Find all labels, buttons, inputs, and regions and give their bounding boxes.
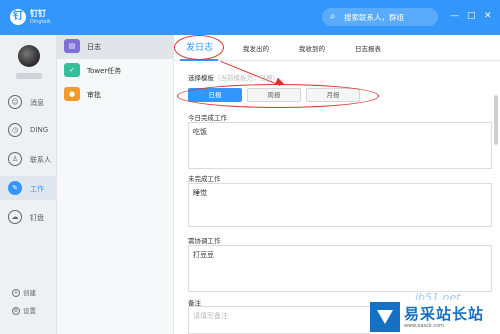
watermark-brand: 易采站长站 <box>404 305 485 323</box>
template-label-text: 选择模板 <box>188 74 214 82</box>
nav-label: 工作 <box>30 185 44 193</box>
scrollbar[interactable] <box>494 95 498 145</box>
coordinate-work-field[interactable]: 打豆豆 <box>188 245 492 292</box>
tab-sent[interactable]: 我发出的 <box>243 43 269 53</box>
maximize-button[interactable]: □ <box>467 10 476 22</box>
nav-item-work[interactable]: ✎ 工作 <box>0 176 57 200</box>
nav-item-contacts[interactable]: ♙ 联系人 <box>0 147 57 171</box>
nav-label: 钉盘 <box>30 214 44 222</box>
field-label-coordinate: 需协调工作 <box>188 237 221 245</box>
ding-icon: ◷ <box>8 123 22 137</box>
settings-label: 设置 <box>23 307 36 315</box>
app-list: ▤ 日志 ✓ Tower任务 ● 审批 <box>57 35 174 334</box>
dingtalk-logo-icon: 钉 <box>10 9 26 25</box>
app-label: Tower任务 <box>87 67 122 75</box>
tab-report[interactable]: 日志报表 <box>355 43 381 53</box>
app-label: 日志 <box>87 43 101 51</box>
nav-item-messages[interactable]: ☺ 消息 <box>0 90 57 114</box>
app-item-tower[interactable]: ✓ Tower任务 <box>57 59 174 83</box>
app-subtitle: Dingtalk <box>30 19 51 25</box>
tower-check-icon: ✓ <box>64 63 80 77</box>
log-icon: ▤ <box>64 39 80 53</box>
plus-icon: + <box>12 289 20 297</box>
field-value: 打豆豆 <box>193 251 214 259</box>
gear-icon: ⚙ <box>12 307 20 315</box>
cloud-drive-icon: ☁ <box>8 210 22 224</box>
undone-work-field[interactable]: 睡觉 <box>188 183 492 227</box>
avatar[interactable] <box>18 45 40 67</box>
chat-icon: ☺ <box>8 95 22 109</box>
create-button[interactable]: + 创建 <box>12 287 36 297</box>
settings-button[interactable]: ⚙ 设置 <box>12 305 36 315</box>
app-item-log[interactable]: ▤ 日志 <box>57 35 174 59</box>
watermark-logo-icon <box>370 302 400 332</box>
left-nav: ☺ 消息 ◷ DING ♙ 联系人 ✎ 工作 ☁ 钉盘 + 创建 ⚙ 设置 <box>0 35 57 334</box>
create-label: 创建 <box>23 289 36 297</box>
tab-received[interactable]: 我收到的 <box>299 43 325 53</box>
nav-item-cloud-drive[interactable]: ☁ 钉盘 <box>0 205 57 229</box>
nav-label: 消息 <box>30 99 44 107</box>
work-icon: ✎ <box>8 181 22 195</box>
search-placeholder: 搜索联系人，群组 <box>344 13 404 22</box>
watermark-logo: 易采站长站 www.easck.com <box>370 300 500 334</box>
contacts-icon: ♙ <box>8 152 22 166</box>
field-placeholder: 请填写备注 <box>193 312 228 320</box>
nav-item-ding[interactable]: ◷ DING <box>0 118 57 142</box>
template-hint: （当前模板为：日报） <box>214 74 279 82</box>
app-item-approval[interactable]: ● 审批 <box>57 83 174 107</box>
minimize-button[interactable]: — <box>450 10 459 22</box>
top-bar: 钉 钉钉 Dingtalk ⌕ 搜索联系人，群组 — □ ✕ <box>0 0 500 35</box>
search-icon: ⌕ <box>330 11 336 22</box>
done-work-field[interactable]: 吃饭 <box>188 122 492 169</box>
main-panel: 发日志 我发出的 我收到的 日志报表 选择模板（当前模板为：日报） 日报 周报 … <box>174 35 500 334</box>
annotation-circle <box>177 84 379 108</box>
field-value: 睡觉 <box>193 189 207 197</box>
field-label-undone: 未完成工作 <box>188 175 221 183</box>
search-box[interactable]: ⌕ 搜索联系人，群组 <box>322 8 438 26</box>
close-button[interactable]: ✕ <box>484 10 492 22</box>
field-value: 吃饭 <box>193 128 207 136</box>
app-label: 审批 <box>87 91 101 99</box>
app-name: 钉钉 <box>30 9 46 18</box>
watermark-sub: www.easck.com <box>404 323 445 329</box>
field-label-done: 今日完成工作 <box>188 114 227 122</box>
user-name-redacted <box>16 73 42 79</box>
nav-label: 联系人 <box>30 156 51 164</box>
approval-icon: ● <box>64 87 80 101</box>
template-label: 选择模板（当前模板为：日报） <box>188 72 279 82</box>
nav-label: DING <box>30 126 49 134</box>
annotation-circle <box>174 35 224 60</box>
